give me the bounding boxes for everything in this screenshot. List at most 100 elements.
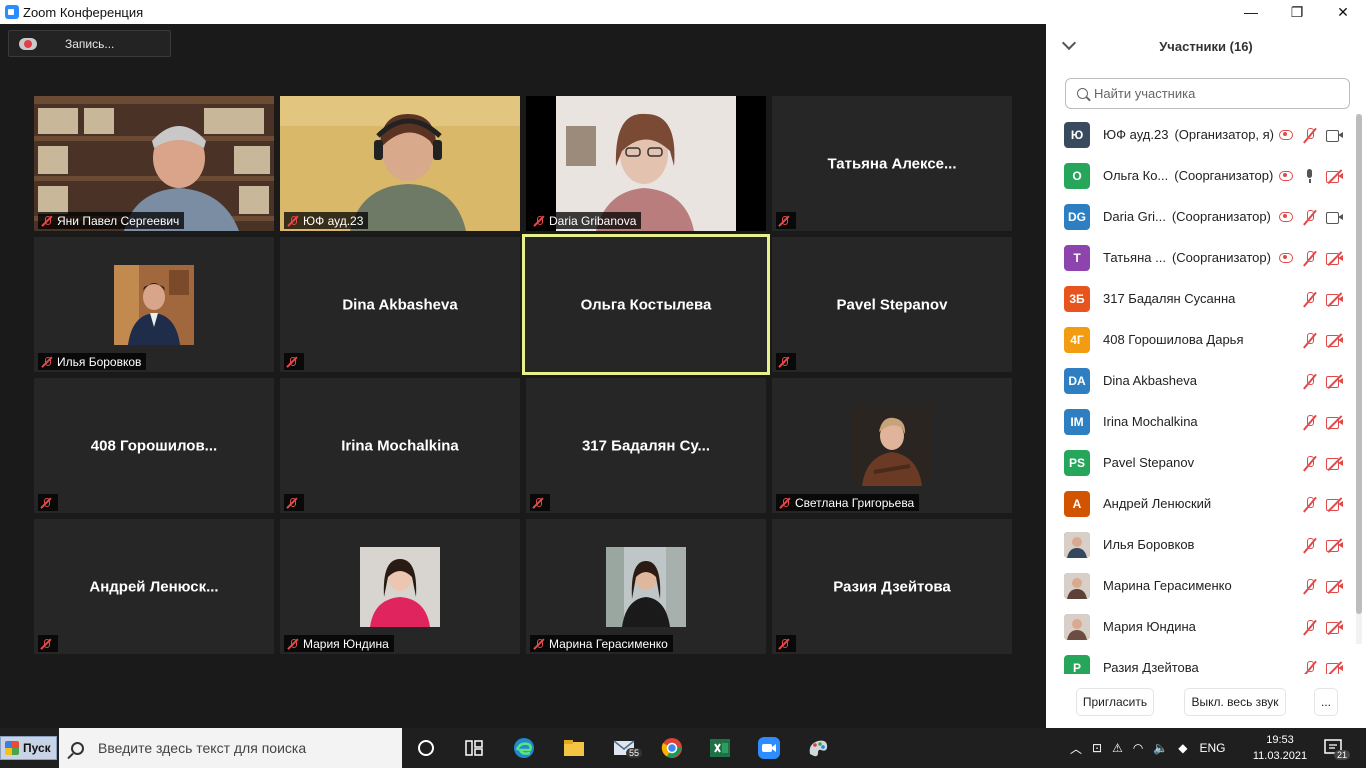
video-tile[interactable]: Daria Gribanova bbox=[526, 96, 766, 231]
camera-off-icon[interactable] bbox=[1326, 170, 1343, 183]
mic-icon[interactable] bbox=[1303, 168, 1317, 184]
participant-photo bbox=[360, 547, 440, 627]
dropbox-icon[interactable]: ◆ bbox=[1178, 741, 1187, 755]
video-tile[interactable]: Dina Akbasheva bbox=[280, 237, 520, 372]
mic-muted-icon[interactable] bbox=[1303, 660, 1317, 675]
camera-off-icon[interactable] bbox=[1326, 457, 1343, 470]
mic-muted-icon[interactable] bbox=[1303, 373, 1317, 389]
participant-row[interactable]: Марина Герасименко bbox=[1046, 565, 1356, 606]
participant-row[interactable]: DG Daria Gri... (Соорганизатор) bbox=[1046, 196, 1356, 237]
participant-name: 408 Горошилова Дарья bbox=[1103, 332, 1244, 347]
participant-row[interactable]: P Разия Дзейтова bbox=[1046, 647, 1356, 674]
language-indicator[interactable]: ENG bbox=[1200, 741, 1226, 755]
more-button[interactable]: ... bbox=[1314, 688, 1338, 716]
mic-muted-icon[interactable] bbox=[1303, 291, 1317, 307]
network-device-icon[interactable]: ⊡ bbox=[1092, 741, 1102, 755]
video-tile[interactable]: 408 Горошилов... bbox=[34, 378, 274, 513]
mic-muted-icon[interactable] bbox=[1303, 332, 1317, 348]
mic-muted-icon[interactable] bbox=[1303, 127, 1317, 143]
participant-list-scrollbar[interactable] bbox=[1356, 114, 1362, 644]
mic-muted-icon[interactable] bbox=[1303, 578, 1317, 594]
recording-button[interactable]: Запись... bbox=[8, 30, 171, 57]
video-tile[interactable]: Татьяна Алексе... bbox=[772, 96, 1012, 231]
participant-name: Разия Дзейтова bbox=[833, 578, 951, 595]
video-tile[interactable]: Марина Герасименко bbox=[526, 519, 766, 654]
participant-name: Илья Боровков bbox=[1103, 537, 1194, 552]
participant-row[interactable]: O Ольга Ко... (Соорганизатор) bbox=[1046, 155, 1356, 196]
chrome-icon[interactable] bbox=[660, 736, 684, 760]
mic-muted-icon[interactable] bbox=[1303, 537, 1317, 553]
video-tile[interactable]: Андрей Ленюск... bbox=[34, 519, 274, 654]
volume-icon[interactable]: 🔈 bbox=[1153, 741, 1168, 755]
action-center-alert-icon[interactable]: ⚠ bbox=[1112, 741, 1123, 755]
camera-off-icon[interactable] bbox=[1326, 416, 1343, 429]
active-speaker-tile[interactable]: Ольга Костылева bbox=[522, 234, 770, 375]
participant-row[interactable]: T Татьяна ... (Соорганизатор) bbox=[1046, 237, 1356, 278]
camera-off-icon[interactable] bbox=[1326, 662, 1343, 674]
camera-off-icon[interactable] bbox=[1326, 334, 1343, 347]
video-tile[interactable]: Мария Юндина bbox=[280, 519, 520, 654]
task-view-icon[interactable] bbox=[462, 736, 486, 760]
cloud-record-icon bbox=[19, 37, 37, 50]
video-tile[interactable]: Яни Павел Сергеевич bbox=[34, 96, 274, 231]
video-tile[interactable]: Разия Дзейтова bbox=[772, 519, 1012, 654]
minimize-button[interactable]: — bbox=[1228, 0, 1274, 24]
mic-muted-icon bbox=[287, 215, 299, 227]
participant-row[interactable]: Илья Боровков bbox=[1046, 524, 1356, 565]
participant-search[interactable] bbox=[1065, 78, 1350, 109]
video-tile[interactable]: 317 Бадалян Су... bbox=[526, 378, 766, 513]
video-tile[interactable]: Pavel Stepanov bbox=[772, 237, 1012, 372]
camera-off-icon[interactable] bbox=[1326, 580, 1343, 593]
scrollbar-thumb[interactable] bbox=[1356, 114, 1362, 614]
camera-icon[interactable] bbox=[1326, 129, 1343, 142]
invite-button[interactable]: Пригласить bbox=[1076, 688, 1154, 716]
participant-row[interactable]: Ю ЮФ ауд.23 (Организатор, я) bbox=[1046, 114, 1356, 155]
mail-badge: 55 bbox=[626, 748, 643, 758]
mic-muted-icon[interactable] bbox=[1303, 619, 1317, 635]
participant-row[interactable]: 4Г 408 Горошилова Дарья bbox=[1046, 319, 1356, 360]
participant-row[interactable]: 3Б 317 Бадалян Сусанна bbox=[1046, 278, 1356, 319]
camera-off-icon[interactable] bbox=[1326, 539, 1343, 552]
mic-muted-icon[interactable] bbox=[1303, 209, 1317, 225]
video-tile[interactable]: Светлана Григорьева bbox=[772, 378, 1012, 513]
camera-off-icon[interactable] bbox=[1326, 293, 1343, 306]
camera-off-icon[interactable] bbox=[1326, 621, 1343, 634]
camera-off-icon[interactable] bbox=[1326, 498, 1343, 511]
excel-icon[interactable] bbox=[708, 736, 732, 760]
participant-name-text: Илья Боровков bbox=[1103, 537, 1195, 552]
camera-off-icon[interactable] bbox=[1326, 375, 1343, 388]
video-tile[interactable]: Илья Боровков bbox=[34, 237, 274, 372]
mic-muted-icon[interactable] bbox=[1303, 414, 1317, 430]
video-tile[interactable]: Irina Mochalkina bbox=[280, 378, 520, 513]
participant-row[interactable]: PS Pavel Stepanov bbox=[1046, 442, 1356, 483]
camera-off-icon[interactable] bbox=[1326, 252, 1343, 265]
paint-icon[interactable] bbox=[806, 736, 830, 760]
mute-all-button[interactable]: Выкл. весь звук bbox=[1184, 688, 1286, 716]
file-explorer-icon[interactable] bbox=[562, 736, 586, 760]
camera-icon[interactable] bbox=[1326, 211, 1343, 224]
zoom-taskbar-icon[interactable] bbox=[757, 736, 781, 760]
participant-caption: Яни Павел Сергеевич bbox=[38, 212, 185, 229]
participant-row[interactable]: DA Dina Akbasheva bbox=[1046, 360, 1356, 401]
start-label: Пуск bbox=[23, 741, 51, 755]
participant-row[interactable]: Мария Юндина bbox=[1046, 606, 1356, 647]
start-button[interactable]: Пуск bbox=[0, 736, 57, 760]
participant-row[interactable]: IM Irina Mochalkina bbox=[1046, 401, 1356, 442]
close-button[interactable]: ✕ bbox=[1320, 0, 1366, 24]
clock[interactable]: 19:53 11.03.2021 bbox=[1252, 732, 1308, 764]
mic-muted-icon[interactable] bbox=[1303, 250, 1317, 266]
taskbar-search-input[interactable] bbox=[98, 740, 388, 756]
cortana-icon[interactable] bbox=[414, 736, 438, 760]
maximize-button[interactable]: ❐ bbox=[1274, 0, 1320, 24]
mic-muted-icon[interactable] bbox=[1303, 496, 1317, 512]
wifi-icon[interactable]: ◠ bbox=[1133, 741, 1143, 755]
video-tile[interactable]: ЮФ ауд.23 bbox=[280, 96, 520, 231]
panel-header: Участники (16) bbox=[1046, 24, 1366, 68]
tray-expand-icon[interactable]: ︿ bbox=[1070, 740, 1082, 757]
participant-row[interactable]: A Андрей Ленюский bbox=[1046, 483, 1356, 524]
mic-muted-icon[interactable] bbox=[1303, 455, 1317, 471]
participant-name: Разия Дзейтова bbox=[1103, 660, 1199, 674]
participant-search-input[interactable] bbox=[1094, 86, 1334, 101]
taskbar-search[interactable] bbox=[59, 728, 402, 768]
edge-browser-icon[interactable] bbox=[512, 736, 536, 760]
